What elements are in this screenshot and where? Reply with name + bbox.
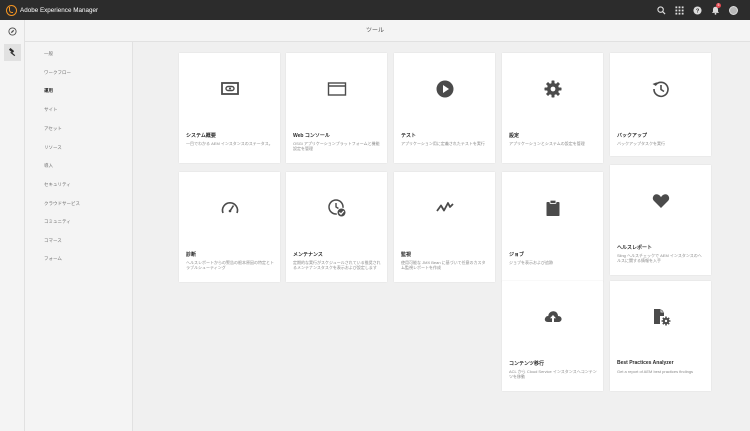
card-description: 使用可能な JMX Bean に基づいて任意のカスタム監視レポートを作成 (401, 260, 486, 271)
gear-icon (544, 80, 561, 98)
card-title: コンテンツ移行 (509, 361, 545, 367)
subnav-item-operations[interactable]: 運用 (44, 88, 53, 94)
subnav-item-security[interactable]: セキュリティ (44, 182, 71, 188)
card-description: ヘルスレポートからの警告の根本原因の特定とトラブルシューティング (186, 260, 274, 271)
top-actions: ? 5 (652, 0, 742, 20)
card-jobs[interactable]: ジョブ ジョブを表示および追跡 (502, 172, 603, 282)
card-title: バックアップ (617, 133, 648, 139)
card-description: アプリケーションとシステムの設定を管理 (509, 141, 585, 146)
subnav-item-cloud-services[interactable]: クラウドサービス (44, 201, 80, 207)
navigation-rail (0, 20, 25, 431)
card-description: ジョブを表示および追跡 (509, 260, 553, 265)
pulse-icon (435, 202, 454, 212)
card-title: ジョブ (509, 252, 525, 258)
play-icon (436, 80, 453, 98)
subnav-item-sites[interactable]: サイト (44, 107, 58, 113)
card-title: Best Practices Analyzer (617, 360, 674, 366)
subnav-item-assets[interactable]: アセット (44, 126, 62, 132)
card-description: ACL から Cloud Service インスタンスへコンテンツを移動 (509, 369, 597, 380)
card-best-practices-analyzer[interactable]: Best Practices Analyzer Get a report of … (610, 281, 711, 391)
subnav-item-deployment[interactable]: 導入 (44, 163, 53, 169)
clipboard-icon (546, 199, 559, 216)
action-bar: ツール (0, 20, 750, 42)
card-title: ヘルスレポート (617, 245, 653, 251)
history-icon (652, 81, 669, 98)
card-system-overview[interactable]: システム概要 一目でわかる AEM インスタンスのステータス。 (179, 53, 280, 163)
card-title: 監視 (401, 252, 412, 258)
subnav-item-communities[interactable]: コミュニティ (44, 219, 71, 225)
subnav-item-forms[interactable]: フォーム (44, 256, 62, 262)
card-monitoring[interactable]: 監視 使用可能な JMX Bean に基づいて任意のカスタム監視レポートを作成 (394, 172, 495, 282)
card-web-console[interactable]: Web コンソール OSGi アプリケーションプラットフォームと機能設定を管理 (286, 53, 387, 163)
page-title: ツール (365, 28, 384, 34)
gauge-icon (221, 202, 238, 214)
card-title: メンテナンス (293, 252, 323, 258)
subnav-item-general[interactable]: 一般 (44, 51, 53, 57)
card-title: テスト (401, 133, 417, 139)
top-bar: Adobe Experience Manager ? 5 (0, 0, 750, 20)
card-description: アプリケーション用に定義されたテストを実行 (401, 141, 485, 146)
analyzer-icon (653, 309, 670, 326)
subnav-item-resources[interactable]: リソース (44, 145, 62, 151)
compass-icon (8, 27, 17, 36)
avatar (728, 5, 738, 15)
card-configurations[interactable]: 設定 アプリケーションとシステムの設定を管理 (502, 53, 603, 163)
aem-logo-icon (6, 4, 17, 16)
card-description: 一目でわかる AEM インスタンスのステータス。 (186, 141, 273, 146)
card-title: 診断 (186, 252, 197, 258)
apps-grid-icon[interactable] (670, 0, 688, 20)
user-menu[interactable] (724, 0, 742, 20)
card-maintenance[interactable]: メンテナンス 定期的な実行がスケジュールされている推奨されるメンテナンスタスクを… (286, 172, 387, 282)
tools-category-nav: 一般 ワークフロー 運用 サイト アセット リソース 導入 セキュリティ クラウ… (25, 42, 133, 431)
notification-badge: 5 (716, 3, 721, 8)
clock-check-icon (327, 199, 346, 218)
cloud-upload-icon (544, 311, 562, 322)
brand-name: Adobe Experience Manager (20, 6, 99, 14)
card-description: Sling ヘルスチェックで AEM インスタンスのヘルスに関する情報を入手 (617, 253, 702, 264)
brand[interactable]: Adobe Experience Manager (6, 4, 99, 16)
card-description: バックアップタスクを実行 (617, 141, 665, 146)
card-content-migration[interactable]: コンテンツ移行 ACL から Cloud Service インスタンスへコンテン… (502, 281, 603, 391)
rail-tools-button[interactable] (4, 44, 21, 61)
subnav-item-workflow[interactable]: ワークフロー (44, 70, 71, 76)
card-backup[interactable]: バックアップ バックアップタスクを実行 (610, 53, 711, 156)
web-console-icon (327, 82, 346, 96)
hammer-icon (9, 48, 16, 57)
card-diagnosis[interactable]: 診断 ヘルスレポートからの警告の根本原因の特定とトラブルシューティング (179, 172, 280, 282)
bell-icon[interactable]: 5 (706, 0, 724, 20)
search-icon[interactable] (652, 0, 670, 20)
card-health-reports[interactable]: ヘルスレポート Sling ヘルスチェックで AEM インスタンスのヘルスに関す… (610, 165, 711, 275)
system-overview-icon (220, 82, 239, 95)
card-description: Get a report of AEM best practices findi… (617, 369, 694, 374)
card-description: 定期的な実行がスケジュールされている推奨されるメンテナンスタスクを表示および設定… (293, 260, 381, 271)
help-icon[interactable]: ? (688, 0, 706, 20)
card-title: Web コンソール (293, 133, 330, 139)
svg-text:?: ? (695, 8, 699, 14)
subnav-item-commerce[interactable]: コマース (44, 238, 62, 244)
heart-icon (652, 194, 669, 208)
card-description: OSGi アプリケーションプラットフォームと機能設定を管理 (293, 141, 380, 152)
card-title: 設定 (509, 133, 520, 139)
card-title: システム概要 (186, 133, 216, 139)
rail-navigation-button[interactable] (4, 23, 21, 40)
card-tests[interactable]: テスト アプリケーション用に定義されたテストを実行 (394, 53, 495, 163)
